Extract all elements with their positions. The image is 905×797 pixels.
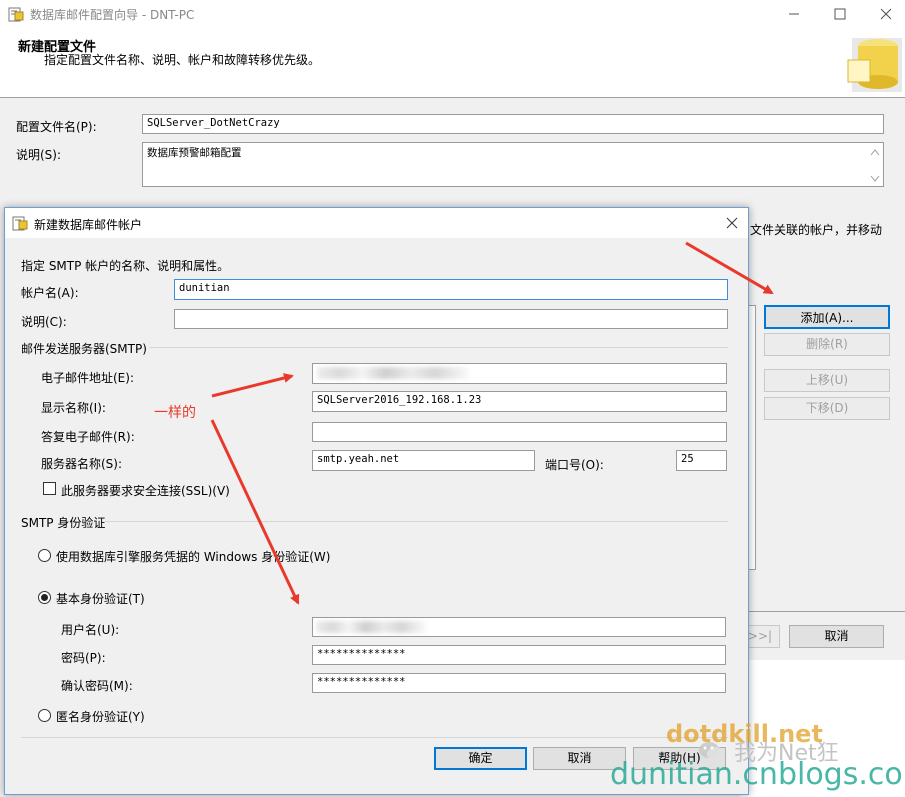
arrow-to-username: [210, 419, 300, 605]
annotation-text: 一样的: [154, 405, 196, 421]
watermark-blog: dunitian.cnblogs.com: [610, 757, 905, 792]
arrow-to-email: [211, 373, 294, 398]
arrow-to-add-button: [685, 241, 774, 295]
annotation-arrows: [210, 241, 774, 605]
